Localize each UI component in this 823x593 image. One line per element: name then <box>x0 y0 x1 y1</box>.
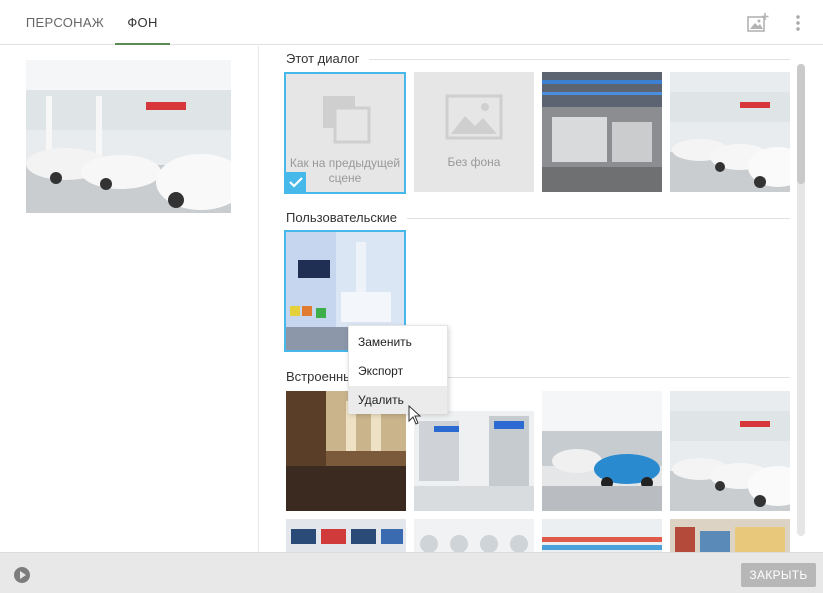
add-image-icon[interactable] <box>747 12 769 34</box>
tab-background[interactable]: ФОН <box>115 0 170 45</box>
scrollbar-thumb[interactable] <box>797 64 805 184</box>
section-title-custom: Пользовательские <box>286 210 408 225</box>
tile-factory-interior[interactable] <box>542 72 662 192</box>
menu-item-export[interactable]: Экспорт <box>349 357 447 385</box>
tile-tv-store[interactable] <box>286 519 406 552</box>
tile-appliance-store[interactable] <box>414 519 534 552</box>
play-icon[interactable] <box>13 566 31 584</box>
tile-supermarket-shelves[interactable] <box>542 519 662 552</box>
menu-item-delete[interactable]: Удалить <box>349 386 447 414</box>
image-icon <box>445 94 503 140</box>
tile-car-dealership[interactable] <box>542 391 662 511</box>
section-title-this-dialog: Этот диалог <box>286 51 370 66</box>
preview-pane <box>0 46 259 552</box>
tab-character[interactable]: ПЕРСОНАЖ <box>17 0 113 45</box>
header-bar: ПЕРСОНАЖ ФОН <box>0 0 823 45</box>
context-menu: Заменить Экспорт Удалить <box>348 325 448 414</box>
footer-bar: ЗАКРЫТЬ <box>0 552 823 593</box>
tile-car-showroom-2[interactable] <box>670 391 790 511</box>
tile-label: Без фона <box>447 155 501 169</box>
tile-no-background[interactable]: Без фона <box>414 72 534 192</box>
more-vertical-icon[interactable] <box>787 12 809 34</box>
layers-icon <box>323 96 371 144</box>
tile-same-as-previous[interactable]: Как на предыдущей сцене <box>284 72 406 194</box>
scrollbar[interactable] <box>797 64 805 536</box>
menu-item-replace[interactable]: Заменить <box>349 328 447 356</box>
tile-shop-interior[interactable] <box>670 519 790 552</box>
close-button[interactable]: ЗАКРЫТЬ <box>741 563 816 587</box>
check-icon <box>286 172 306 192</box>
background-library: Этот диалог Как на предыдущей сцене Без … <box>260 46 823 552</box>
tile-car-showroom[interactable] <box>670 72 790 192</box>
background-preview <box>26 60 231 213</box>
